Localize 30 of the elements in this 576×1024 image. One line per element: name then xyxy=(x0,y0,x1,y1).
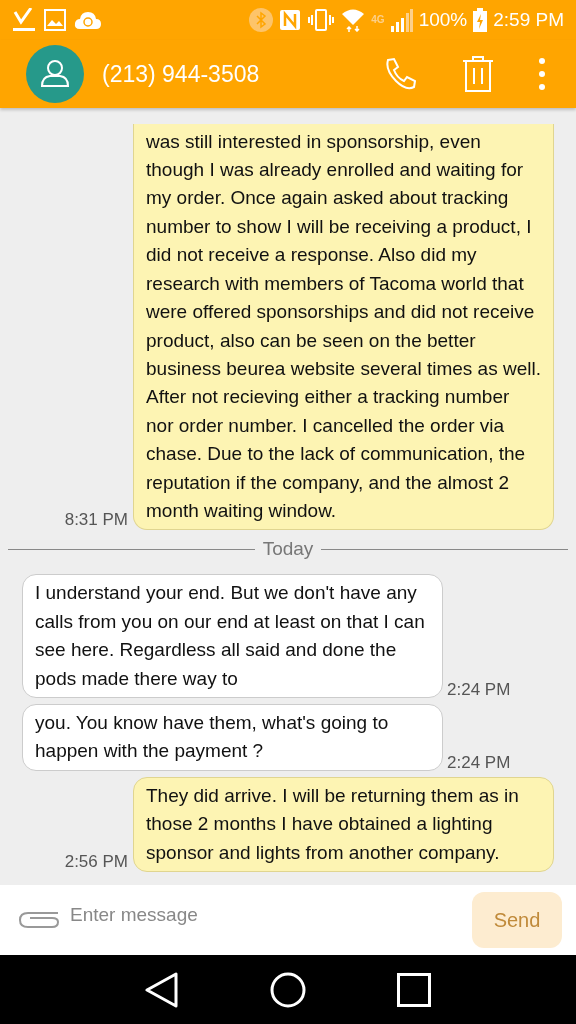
trash-icon[interactable] xyxy=(462,56,494,92)
battery-percent: 100% xyxy=(418,9,468,31)
bluetooth-icon xyxy=(249,8,274,32)
received-message-bubble: you. You know have them, what's going to happen with the payment ? xyxy=(22,703,443,771)
battery-charging-icon xyxy=(473,8,488,32)
clock: 2:59 PM xyxy=(493,9,564,31)
message-input-field[interactable]: Enter message xyxy=(68,903,466,927)
home-icon[interactable] xyxy=(270,971,306,1008)
wifi-icon xyxy=(341,8,366,32)
attachment-icon[interactable] xyxy=(18,909,62,931)
download-done-icon xyxy=(12,8,36,32)
sent-message-bubble: They did arrive. I will be returning them as in those 2 months I have obtained a lighting sponsor and lights from another company. xyxy=(133,776,554,872)
network-type-label: 4G xyxy=(371,14,385,25)
message-time: 2:24 PM xyxy=(447,679,511,700)
message-time: 2:56 PM xyxy=(64,852,128,872)
more-options-icon[interactable] xyxy=(538,57,546,91)
back-icon[interactable] xyxy=(145,971,180,1008)
contact-number: (213) 944-3508 xyxy=(102,60,261,88)
date-divider-label: Today xyxy=(262,538,314,561)
contact-avatar-icon[interactable] xyxy=(26,45,84,103)
nfc-icon xyxy=(279,9,302,31)
vibrate-icon xyxy=(307,9,336,31)
message-time: 8:31 PM xyxy=(64,510,128,531)
sent-message-bubble: was still interested in sponsorship, even though I was already enrolled and waiting for my order. Once again asked about tracking number to show I will be receiving a product, I did not receive a response. Also did my research with members of Tacoma world that were offered sponsorships and did not receive product, also can be seen on the better business beurea website several times as well. After not recieving either a tracking number nor order number. I cancelled the order via chase. Due to the lack of communication, the reputation if the company, and the almost 2 month waiting window. xyxy=(133,123,554,531)
recents-icon[interactable] xyxy=(396,972,431,1007)
image-icon xyxy=(44,9,66,31)
cloud-sync-icon xyxy=(74,9,102,31)
message-time: 2:24 PM xyxy=(447,752,511,773)
signal-icon xyxy=(390,8,413,32)
received-message-bubble: I understand your end. But we don't have any calls from you on our end at least on that I can see here. Regardless all said and done the pods made there way to xyxy=(22,574,443,698)
